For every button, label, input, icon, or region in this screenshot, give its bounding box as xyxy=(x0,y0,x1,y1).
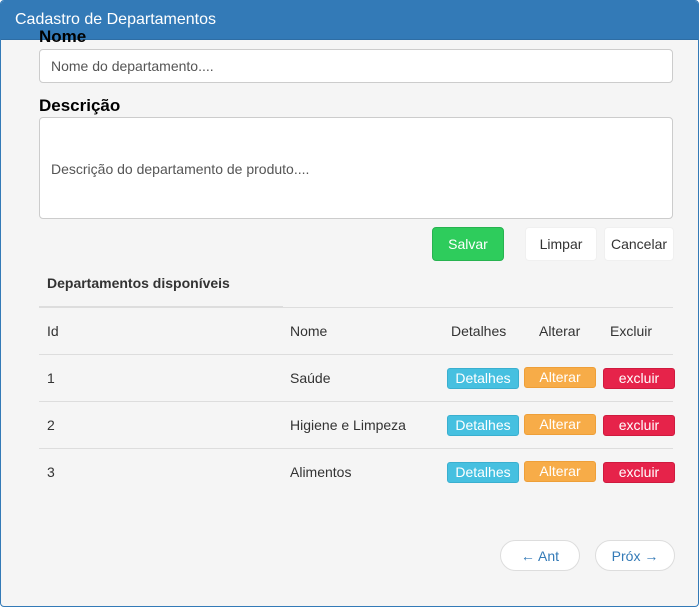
alterar-button[interactable]: Alterar xyxy=(524,367,596,388)
excluir-button[interactable]: excluir xyxy=(603,368,675,389)
nome-label: Nome xyxy=(39,27,87,46)
row-nome: Higiene e Limpeza xyxy=(290,417,406,433)
row-id: 2 xyxy=(47,417,55,433)
row-id: 3 xyxy=(47,464,55,480)
alterar-button[interactable]: Alterar xyxy=(524,461,596,482)
detalhes-button[interactable]: Detalhes xyxy=(447,415,519,436)
panel-title: Cadastro de Departamentos xyxy=(1,1,698,40)
table-header-row: Id Nome Detalhes Alterar Excluir xyxy=(39,307,673,354)
header-nome: Nome xyxy=(290,323,328,339)
next-page-button[interactable]: Próx → xyxy=(595,540,675,571)
header-alterar: Alterar xyxy=(539,323,581,339)
excluir-button[interactable]: excluir xyxy=(603,462,675,483)
clear-button[interactable]: Limpar xyxy=(525,227,597,261)
tab-departamentos-disponiveis[interactable]: Departamentos disponíveis xyxy=(39,269,283,307)
cancel-button[interactable]: Cancelar xyxy=(604,227,674,261)
table-row: 2 Higiene e Limpeza Detalhes Alterar exc… xyxy=(39,401,675,448)
alterar-button[interactable]: Alterar xyxy=(524,414,596,435)
row-nome: Saúde xyxy=(290,370,331,386)
detalhes-button[interactable]: Detalhes xyxy=(447,462,519,483)
descricao-input[interactable] xyxy=(39,117,673,219)
save-button[interactable]: Salvar xyxy=(432,227,504,261)
header-id: Id xyxy=(47,323,59,339)
table-row: 1 Saúde Detalhes Alterar excluir xyxy=(39,354,675,401)
previous-page-button[interactable]: ← Ant xyxy=(500,540,580,571)
header-excluir: Excluir xyxy=(610,323,653,339)
excluir-button[interactable]: excluir xyxy=(603,415,675,436)
department-form-panel: Cadastro de Departamentos Nome Descrição… xyxy=(0,0,699,607)
table-row: 3 Alimentos Detalhes Alterar excluir xyxy=(39,448,675,495)
row-id: 1 xyxy=(47,370,55,386)
descricao-label: Descrição xyxy=(39,96,121,115)
header-detalhes: Detalhes xyxy=(451,323,507,339)
nome-input[interactable] xyxy=(39,49,673,83)
detalhes-button[interactable]: Detalhes xyxy=(447,368,519,389)
departments-table: Id Nome Detalhes Alterar Excluir 1 Saúde… xyxy=(39,307,675,495)
row-nome: Alimentos xyxy=(290,464,352,480)
